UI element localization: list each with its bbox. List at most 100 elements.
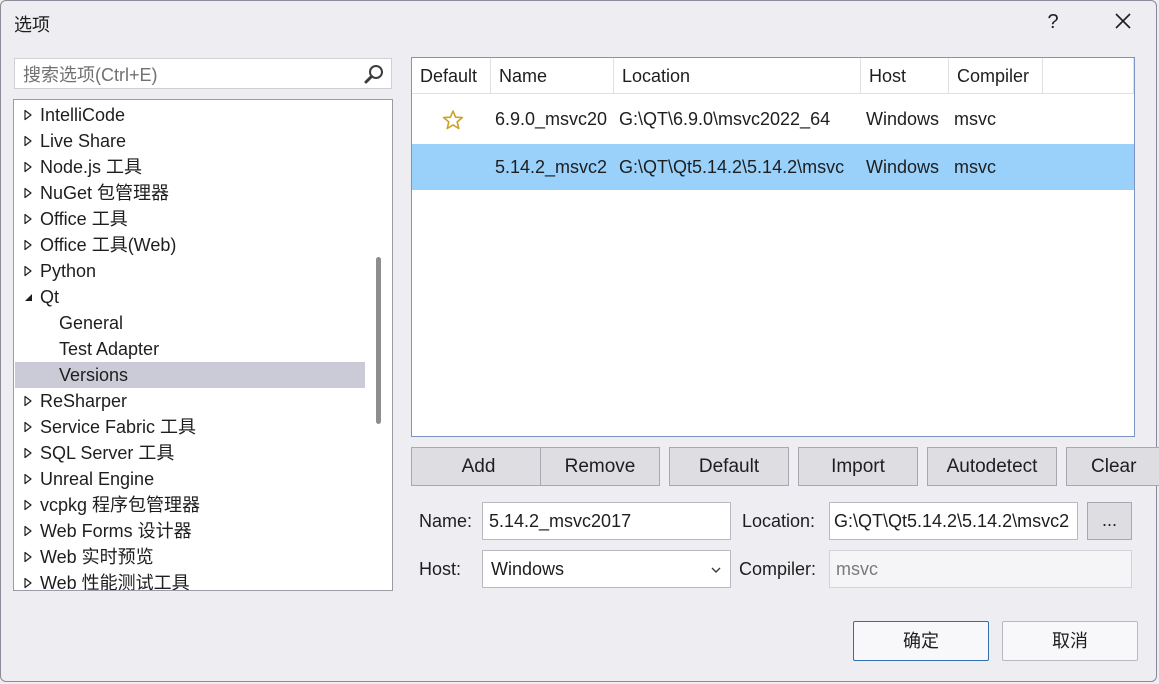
tree-item[interactable]: Office 工具 <box>15 206 365 232</box>
collapsed-arrow-icon[interactable] <box>22 161 34 173</box>
tree-item-label: General <box>59 313 124 333</box>
cell-name: 5.14.2_msvc2 <box>495 157 608 177</box>
location-input[interactable]: G:\QT\Qt5.14.2\5.14.2\msvc2 <box>829 502 1078 540</box>
collapsed-arrow-icon[interactable] <box>22 395 34 407</box>
column-header-host[interactable]: Host <box>861 58 949 94</box>
collapsed-arrow-icon[interactable] <box>22 499 34 511</box>
cell-compiler: msvc <box>954 109 996 129</box>
tree-item-label: Unreal Engine <box>40 469 155 489</box>
cell-compiler: msvc <box>954 157 996 177</box>
host-label: Host: <box>419 559 462 579</box>
collapsed-arrow-icon[interactable] <box>22 551 34 563</box>
import-button[interactable]: Import <box>798 447 918 486</box>
collapsed-arrow-icon[interactable] <box>22 577 34 589</box>
name-input[interactable]: 5.14.2_msvc2017 <box>482 502 731 540</box>
remove-button[interactable]: Remove <box>540 447 660 486</box>
tree-item[interactable]: Live Share <box>15 128 365 154</box>
tree-item-label: Service Fabric 工具 <box>40 417 197 437</box>
tree-scrollbar-thumb[interactable] <box>376 257 381 424</box>
cell-host: Windows <box>866 157 940 177</box>
collapsed-arrow-icon[interactable] <box>22 109 34 121</box>
table-header: Default Name Location Host Compiler <box>412 58 1134 94</box>
tree-item[interactable]: Python <box>15 258 365 284</box>
tree-item-label: SQL Server 工具 <box>40 443 175 463</box>
host-select-value: Windows <box>491 559 565 579</box>
tree-item[interactable]: IntelliCode <box>15 102 365 128</box>
tree-item-label: Office 工具(Web) <box>40 235 177 255</box>
tree-item[interactable]: General <box>15 310 365 336</box>
cancel-button[interactable]: 取消 <box>1002 621 1138 661</box>
collapsed-arrow-icon[interactable] <box>22 473 34 485</box>
column-header-filler <box>1043 58 1134 94</box>
compiler-label: Compiler: <box>739 559 817 579</box>
tree-item-label: Live Share <box>40 131 127 151</box>
search-icon[interactable] <box>363 63 385 85</box>
clear-button[interactable]: Clear <box>1066 447 1159 486</box>
tree-item[interactable]: Web 实时预览 <box>15 544 365 570</box>
expanded-arrow-icon[interactable] <box>22 291 34 303</box>
cell-host: Windows <box>866 109 940 129</box>
collapsed-arrow-icon[interactable] <box>22 421 34 433</box>
dialog-title: 选项 <box>14 15 50 35</box>
versions-table[interactable]: Default Name Location Host Compiler 6.9.… <box>411 57 1135 437</box>
tree-item-label: Office 工具 <box>40 209 128 229</box>
tree-item[interactable]: Versions <box>15 362 365 388</box>
set-default-button[interactable]: Default <box>669 447 789 486</box>
location-label: Location: <box>742 511 816 531</box>
collapsed-arrow-icon[interactable] <box>22 525 34 537</box>
tree-item-label: Node.js 工具 <box>40 157 143 177</box>
close-icon <box>1115 13 1131 29</box>
tree-item-label: Web 实时预览 <box>40 547 154 567</box>
tree-item[interactable]: Test Adapter <box>15 336 365 362</box>
column-header-location[interactable]: Location <box>614 58 861 94</box>
tree-item-label: IntelliCode <box>40 105 126 125</box>
host-select[interactable]: Windows <box>482 550 731 588</box>
tree-item[interactable]: SQL Server 工具 <box>15 440 365 466</box>
search-input[interactable] <box>21 62 355 88</box>
tree-item[interactable]: Node.js 工具 <box>15 154 365 180</box>
tree-item[interactable]: NuGet 包管理器 <box>15 180 365 206</box>
ok-button[interactable]: 确定 <box>853 621 989 661</box>
tree-item-label: NuGet 包管理器 <box>40 183 170 203</box>
tree-item[interactable]: Service Fabric 工具 <box>15 414 365 440</box>
name-label: Name: <box>419 511 473 531</box>
collapsed-arrow-icon[interactable] <box>22 213 34 225</box>
tree-item[interactable]: Qt <box>15 284 365 310</box>
table-row[interactable]: 6.9.0_msvc20 G:\QT\6.9.0\msvc2022_64 Win… <box>412 96 1134 142</box>
tree-item-label: Web 性能测试工具 <box>40 573 190 591</box>
compiler-input: msvc <box>829 550 1132 588</box>
collapsed-arrow-icon[interactable] <box>22 187 34 199</box>
tree-item[interactable]: Office 工具(Web) <box>15 232 365 258</box>
column-header-default[interactable]: Default <box>412 58 491 94</box>
chevron-down-icon <box>711 567 721 573</box>
tree-item[interactable]: vcpkg 程序包管理器 <box>15 492 365 518</box>
collapsed-arrow-icon[interactable] <box>22 135 34 147</box>
tree-item-label: Web Forms 设计器 <box>40 521 192 541</box>
column-header-compiler[interactable]: Compiler <box>949 58 1043 94</box>
collapsed-arrow-icon[interactable] <box>22 265 34 277</box>
cell-location: G:\QT\Qt5.14.2\5.14.2\msvc <box>619 157 845 177</box>
tree-item-label: Test Adapter <box>59 339 160 359</box>
browse-button[interactable]: ... <box>1087 502 1132 540</box>
tree-item-label: Python <box>40 261 97 281</box>
collapsed-arrow-icon[interactable] <box>22 239 34 251</box>
tree-item-label: vcpkg 程序包管理器 <box>40 495 201 515</box>
collapsed-arrow-icon[interactable] <box>22 447 34 459</box>
options-search-box[interactable] <box>14 58 392 89</box>
default-star-icon <box>442 110 464 130</box>
close-button[interactable] <box>1108 8 1138 36</box>
column-header-name[interactable]: Name <box>491 58 614 94</box>
table-row-selected[interactable]: 5.14.2_msvc2 G:\QT\Qt5.14.2\5.14.2\msvc … <box>412 144 1134 190</box>
cell-location: G:\QT\6.9.0\msvc2022_64 <box>619 109 831 129</box>
tree-item[interactable]: Unreal Engine <box>15 466 365 492</box>
tree-item[interactable]: Web 性能测试工具 <box>15 570 365 591</box>
add-button[interactable]: Add <box>411 447 546 486</box>
help-button[interactable]: ? <box>1040 8 1066 36</box>
cell-name: 6.9.0_msvc20 <box>495 109 608 129</box>
tree-item-label: Versions <box>59 365 129 385</box>
tree-item-label: Qt <box>40 287 60 307</box>
options-tree[interactable]: IntelliCode Live Share Node.js 工具 NuGet 包管理… <box>13 99 393 591</box>
autodetect-button[interactable]: Autodetect <box>927 447 1057 486</box>
tree-item[interactable]: Web Forms 设计器 <box>15 518 365 544</box>
tree-item[interactable]: ReSharper <box>15 388 365 414</box>
